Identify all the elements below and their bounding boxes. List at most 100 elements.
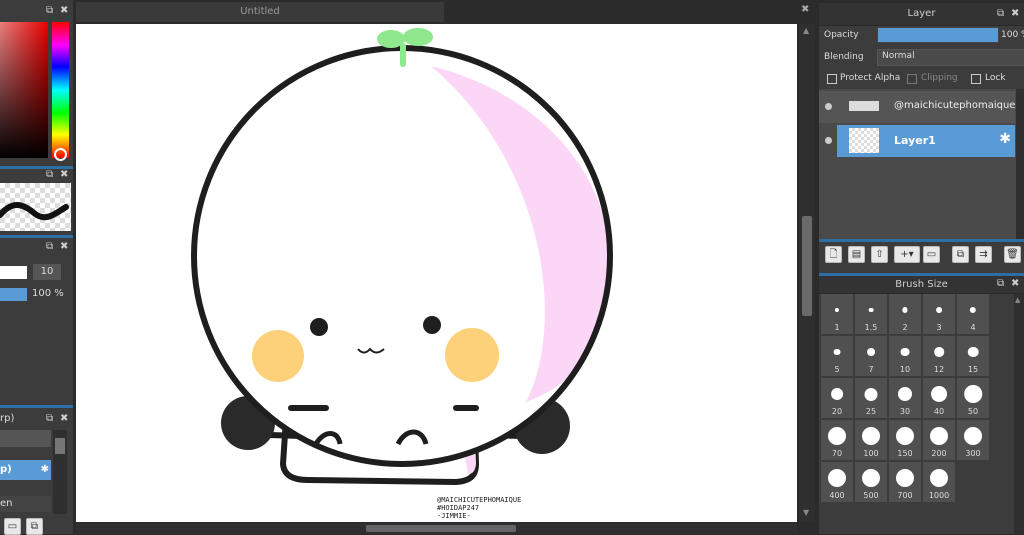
popout-icon[interactable]: ⧉	[46, 414, 55, 424]
left-layer-row-blank[interactable]	[0, 430, 51, 447]
brush-size-150[interactable]: 150	[889, 420, 921, 460]
brush-size-50[interactable]: 50	[957, 378, 989, 418]
new-layer-button[interactable]: 🗋	[825, 246, 842, 263]
brush-size-100[interactable]: 100	[855, 420, 887, 460]
brush-size-slider[interactable]	[0, 266, 27, 279]
brush-dot-icon	[867, 348, 875, 356]
brush-dot-icon	[864, 387, 878, 401]
brush-size-700[interactable]: 700	[889, 462, 921, 502]
close-icon[interactable]: ✖	[60, 170, 69, 180]
gear-icon[interactable]: ✱	[41, 460, 49, 480]
canvas[interactable]: @MAICHICUTEPHOMAIQUE #HOIDAP247 -JIMMIE-	[76, 24, 797, 522]
watermark-line-3: -JIMMIE-	[437, 512, 471, 520]
brush-dot-icon	[902, 307, 908, 313]
brush-size-1000[interactable]: 1000	[923, 462, 955, 502]
new-folder-button[interactable]: ▭	[923, 246, 940, 263]
add-layer-menu-button[interactable]: +▾	[894, 246, 920, 263]
brush-size-3[interactable]: 3	[923, 294, 955, 334]
brush-size-300[interactable]: 300	[957, 420, 989, 460]
blending-value: Normal	[882, 51, 915, 61]
brush-size-value[interactable]: 10	[33, 264, 61, 280]
new-folder-button[interactable]: ▭	[4, 518, 21, 535]
brush-size-500[interactable]: 500	[855, 462, 887, 502]
layer-name: Layer1	[894, 134, 936, 147]
brush-size-15[interactable]: 15	[957, 336, 989, 376]
opacity-slider-fill	[878, 28, 998, 42]
brush-dot-icon	[934, 347, 944, 357]
hue-handle[interactable]	[54, 148, 67, 161]
canvas-vertical-scrollbar[interactable]: ▲ ▼	[799, 24, 815, 522]
layers-scrollbar[interactable]	[1016, 89, 1024, 239]
brush-size-label: 5	[834, 365, 840, 374]
scroll-thumb[interactable]	[802, 216, 812, 316]
opacity-value: 100 %	[32, 288, 64, 299]
gear-icon[interactable]: ✱	[999, 131, 1011, 147]
close-icon[interactable]: ✖	[60, 242, 69, 252]
new-layer-from-button[interactable]: ▤	[848, 246, 865, 263]
lock-checkbox[interactable]	[971, 74, 981, 84]
canvas-horizontal-scrollbar[interactable]	[76, 523, 797, 534]
hue-slider[interactable]	[52, 22, 69, 158]
brush-size-2[interactable]: 2	[889, 294, 921, 334]
brush-dot-icon	[868, 307, 874, 313]
duplicate-layer-button[interactable]: ⧉	[26, 518, 43, 535]
brush-size-label: 1	[834, 323, 840, 332]
color-square[interactable]	[0, 22, 48, 158]
tab-close-icon[interactable]: ✖	[801, 4, 809, 15]
brush-size-1[interactable]: 1	[821, 294, 853, 334]
opacity-slider[interactable]	[0, 288, 27, 301]
left-layer-row-0[interactable]: rp)	[0, 410, 50, 428]
opacity-slider[interactable]	[877, 27, 999, 43]
brush-size-panel: Brush Size ⧉ ✖ 1 1.5 2 3 4 5 7 10 12 15 20 25 30 40 50…	[819, 276, 1024, 534]
duplicate-layer-button[interactable]: ⧉	[952, 246, 969, 263]
watermark-line-1: @MAICHICUTEPHOMAIQUE	[437, 496, 522, 504]
brush-size-10[interactable]: 10	[889, 336, 921, 376]
color-panel: ⧉ ✖	[0, 0, 73, 166]
brush-size-20[interactable]: 20	[821, 378, 853, 418]
popout-icon[interactable]: ⧉	[46, 170, 55, 180]
opacity-label: Opacity	[824, 30, 859, 40]
canvas-tab[interactable]: Untitled	[76, 2, 444, 22]
delete-layer-button[interactable]: 🗑	[1004, 246, 1021, 263]
brush-size-200[interactable]: 200	[923, 420, 955, 460]
scroll-up-arrow[interactable]: ▲	[803, 26, 809, 35]
brush-dot-icon	[936, 307, 942, 313]
brush-size-25[interactable]: 25	[855, 378, 887, 418]
layer-row-1[interactable]: Layer1 ✱	[819, 125, 1015, 157]
protect-alpha-checkbox[interactable]	[827, 74, 837, 84]
left-layer-scrollbar[interactable]	[53, 430, 67, 514]
brush-size-label: 30	[899, 407, 911, 416]
visibility-icon[interactable]	[825, 103, 832, 110]
visibility-icon[interactable]	[825, 137, 832, 144]
brush-size-30[interactable]: 30	[889, 378, 921, 418]
brush-size-1.5[interactable]: 1.5	[855, 294, 887, 334]
close-icon[interactable]: ✖	[1011, 9, 1020, 19]
brush-dot-icon	[862, 469, 880, 487]
import-layer-button[interactable]: ⇧	[871, 246, 888, 263]
popout-icon[interactable]: ⧉	[46, 6, 55, 16]
left-layer-row-2[interactable]: en	[0, 496, 51, 512]
blending-select[interactable]: Normal	[877, 49, 1024, 66]
brush-size-12[interactable]: 12	[923, 336, 955, 376]
clipping-checkbox[interactable]	[907, 74, 917, 84]
layer-thumbnail	[849, 128, 879, 153]
brush-size-4[interactable]: 4	[957, 294, 989, 334]
brush-size-scrollbar[interactable]: ▲	[1014, 294, 1024, 534]
brush-size-40[interactable]: 40	[923, 378, 955, 418]
layer-row-0[interactable]: @maichicutephomaique	[819, 91, 1015, 123]
close-icon[interactable]: ✖	[60, 414, 69, 424]
brush-size-label: 300	[965, 449, 981, 458]
brush-size-400[interactable]: 400	[821, 462, 853, 502]
close-icon[interactable]: ✖	[60, 6, 69, 16]
brush-size-70[interactable]: 70	[821, 420, 853, 460]
left-layer-row-1[interactable]: p) ✱	[0, 460, 51, 480]
merge-layer-button[interactable]: ⇉	[975, 246, 992, 263]
popout-icon[interactable]: ⧉	[46, 242, 55, 252]
popout-icon[interactable]: ⧉	[997, 9, 1006, 19]
popout-icon[interactable]: ⧉	[997, 279, 1006, 289]
scroll-down-arrow[interactable]: ▼	[803, 508, 809, 517]
brush-size-7[interactable]: 7	[855, 336, 887, 376]
brush-size-label: 40	[933, 407, 945, 416]
close-icon[interactable]: ✖	[1011, 279, 1020, 289]
brush-size-5[interactable]: 5	[821, 336, 853, 376]
